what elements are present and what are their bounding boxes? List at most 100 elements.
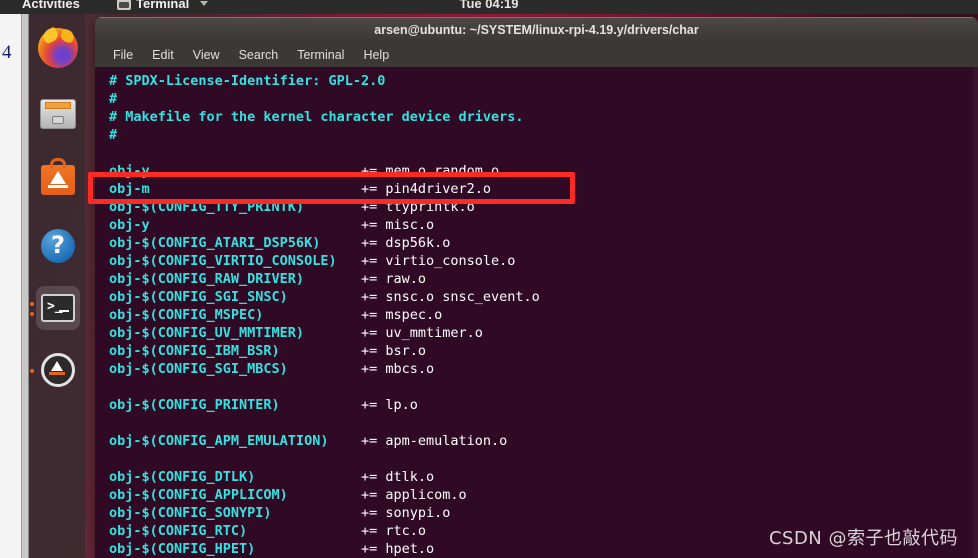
- terminal-titlebar[interactable]: arsen@ubuntu: ~/SYSTEM/linux-rpi-4.19.y/…: [95, 17, 978, 42]
- terminal-line-value: += lp.o: [360, 397, 418, 413]
- terminal-line: obj-$(CONFIG_PRINTER) += lp.o: [95, 396, 978, 414]
- menu-item-search[interactable]: Search: [239, 48, 279, 62]
- terminal-line-key: obj-$(CONFIG_RAW_DRIVER): [109, 271, 361, 287]
- watermark: CSDN @索子也敲代码: [768, 528, 958, 549]
- terminal-line-value: += ttyprintk.o: [360, 199, 475, 215]
- menu-item-file[interactable]: File: [113, 48, 133, 62]
- gnome-top-bar: Activities Terminal Tue 04:19: [0, 0, 978, 14]
- terminal-line-value: += applicom.o: [360, 487, 467, 503]
- terminal-line-value: += dsp56k.o: [360, 235, 451, 251]
- terminal-line-key: # Makefile for the kernel character devi…: [109, 109, 524, 125]
- terminal-line-value: += mspec.o: [360, 307, 443, 323]
- terminal-line: obj-$(CONFIG_VIRTIO_CONSOLE) += virtio_c…: [95, 252, 978, 270]
- menu-item-terminal[interactable]: Terminal: [297, 48, 344, 62]
- terminal-line-value: += mbcs.o: [360, 361, 435, 377]
- software-updater-icon-logo: [51, 361, 63, 371]
- terminal-line-key: obj-$(CONFIG_APM_EMULATION): [109, 433, 361, 449]
- terminal-line: #: [95, 90, 978, 108]
- terminal-line: obj-y += mem.o random.o: [95, 162, 978, 180]
- terminal-line: obj-$(CONFIG_DTLK) += dtlk.o: [95, 468, 978, 486]
- menu-item-edit[interactable]: Edit: [152, 48, 174, 62]
- terminal-line: # SPDX-License-Identifier: GPL-2.0: [95, 72, 978, 90]
- terminal-line-key: obj-$(CONFIG_ATARI_DSP56K): [109, 235, 361, 251]
- background-document: 4: [0, 14, 22, 558]
- terminal-scrollbar[interactable]: [973, 67, 978, 558]
- terminal-line: obj-y += misc.o: [95, 216, 978, 234]
- terminal-line-key: obj-$(CONFIG_SONYPI): [109, 505, 361, 521]
- terminal-line-value: += bsr.o: [360, 343, 426, 359]
- terminal-line-key: obj-$(CONFIG_RTC): [109, 523, 361, 539]
- files-icon: [40, 99, 76, 129]
- terminal-line-value: += hpet.o: [360, 541, 435, 557]
- terminal-menubar: File Edit View Search Terminal Help: [95, 42, 978, 67]
- terminal-line: obj-m += pin4driver2.o: [95, 180, 978, 198]
- terminal-line-value: += uv_mmtimer.o: [360, 325, 483, 341]
- ubuntu-dock: ? >_: [29, 14, 85, 558]
- ubuntu-software-icon-logo: [50, 171, 66, 184]
- terminal-line: obj-$(CONFIG_UV_MMTIMER) += uv_mmtimer.o: [95, 324, 978, 342]
- terminal-output[interactable]: # SPDX-License-Identifier: GPL-2.0 # # Mak…: [95, 67, 978, 558]
- updater-running-dot: [30, 369, 34, 373]
- terminal-line-key: obj-$(CONFIG_SGI_SNSC): [109, 289, 361, 305]
- terminal-line-value: += raw.o: [360, 271, 426, 287]
- dock-item-ubuntu-software[interactable]: [36, 158, 80, 202]
- terminal-line-key: # SPDX-License-Identifier: GPL-2.0: [109, 73, 386, 89]
- dock-item-software-updater[interactable]: [30, 348, 80, 392]
- terminal-line-key: obj-$(CONFIG_HPET): [109, 541, 361, 557]
- terminal-icon-cursor: [59, 310, 69, 312]
- background-document-gutter: [22, 14, 29, 558]
- menu-item-view[interactable]: View: [193, 48, 220, 62]
- terminal-line-key: obj-$(CONFIG_MSPEC): [109, 307, 361, 323]
- terminal-line-key: obj-m: [109, 181, 361, 197]
- terminal-title: arsen@ubuntu: ~/SYSTEM/linux-rpi-4.19.y/…: [374, 23, 699, 37]
- files-icon-drawer: [45, 102, 71, 109]
- terminal-line: obj-$(CONFIG_TTY_PRINTK) += ttyprintk.o: [95, 198, 978, 216]
- terminal-running-dot-1: [30, 302, 34, 306]
- terminal-line: obj-$(CONFIG_SGI_SNSC) += snsc.o snsc_ev…: [95, 288, 978, 306]
- desktop-screen: 4 Activities Terminal Tue 04:19 ? >_ ars…: [0, 0, 978, 558]
- terminal-line: obj-$(CONFIG_SONYPI) += sonypi.o: [95, 504, 978, 522]
- dock-item-help[interactable]: ?: [36, 224, 80, 268]
- dock-item-files[interactable]: [36, 92, 80, 136]
- terminal-line: #: [95, 126, 978, 144]
- terminal-running-dot-2: [30, 312, 34, 316]
- terminal-line-key: obj-y: [109, 217, 361, 233]
- firefox-icon: [38, 28, 78, 68]
- terminal-line-value: += snsc.o snsc_event.o: [360, 289, 540, 305]
- terminal-line: obj-$(CONFIG_APM_EMULATION) += apm-emula…: [95, 432, 978, 450]
- dock-item-firefox[interactable]: [36, 26, 80, 70]
- terminal-line-key: obj-$(CONFIG_PRINTER): [109, 397, 361, 413]
- terminal-line: obj-$(CONFIG_APPLICOM) += applicom.o: [95, 486, 978, 504]
- terminal-line: obj-$(CONFIG_ATARI_DSP56K) += dsp56k.o: [95, 234, 978, 252]
- terminal-line-key: obj-$(CONFIG_VIRTIO_CONSOLE): [109, 253, 361, 269]
- background-document-line-number: 4: [2, 42, 12, 63]
- software-updater-icon: [41, 353, 75, 387]
- terminal-line-value: += virtio_console.o: [360, 253, 516, 269]
- terminal-line-key: obj-y: [109, 163, 361, 179]
- terminal-line: # Makefile for the kernel character devi…: [95, 108, 978, 126]
- menu-item-help[interactable]: Help: [363, 48, 389, 62]
- dock-item-terminal[interactable]: >_: [30, 286, 80, 330]
- terminal-line-value: += apm-emulation.o: [360, 433, 508, 449]
- terminal-line-value: += dtlk.o: [360, 469, 435, 485]
- terminal-line-key: obj-$(CONFIG_DTLK): [109, 469, 361, 485]
- terminal-line-key: obj-$(CONFIG_UV_MMTIMER): [109, 325, 361, 341]
- files-icon-handle: [52, 116, 64, 124]
- terminal-line-value: += misc.o: [360, 217, 435, 233]
- terminal-line-key: obj-$(CONFIG_SGI_MBCS): [109, 361, 361, 377]
- terminal-window: arsen@ubuntu: ~/SYSTEM/linux-rpi-4.19.y/…: [95, 17, 978, 558]
- terminal-line: obj-$(CONFIG_MSPEC) += mspec.o: [95, 306, 978, 324]
- terminal-line-value: += mem.o random.o: [360, 163, 500, 179]
- ubuntu-software-icon: [41, 158, 75, 195]
- terminal-icon: >_: [41, 294, 75, 322]
- terminal-line-key: obj-$(CONFIG_TTY_PRINTK): [109, 199, 361, 215]
- terminal-line-key: #: [109, 127, 118, 143]
- clock[interactable]: Tue 04:19: [0, 0, 978, 11]
- terminal-line-value: += rtc.o: [360, 523, 426, 539]
- terminal-line-value: += pin4driver2.o: [360, 181, 492, 197]
- terminal-line-key: obj-$(CONFIG_IBM_BSR): [109, 343, 361, 359]
